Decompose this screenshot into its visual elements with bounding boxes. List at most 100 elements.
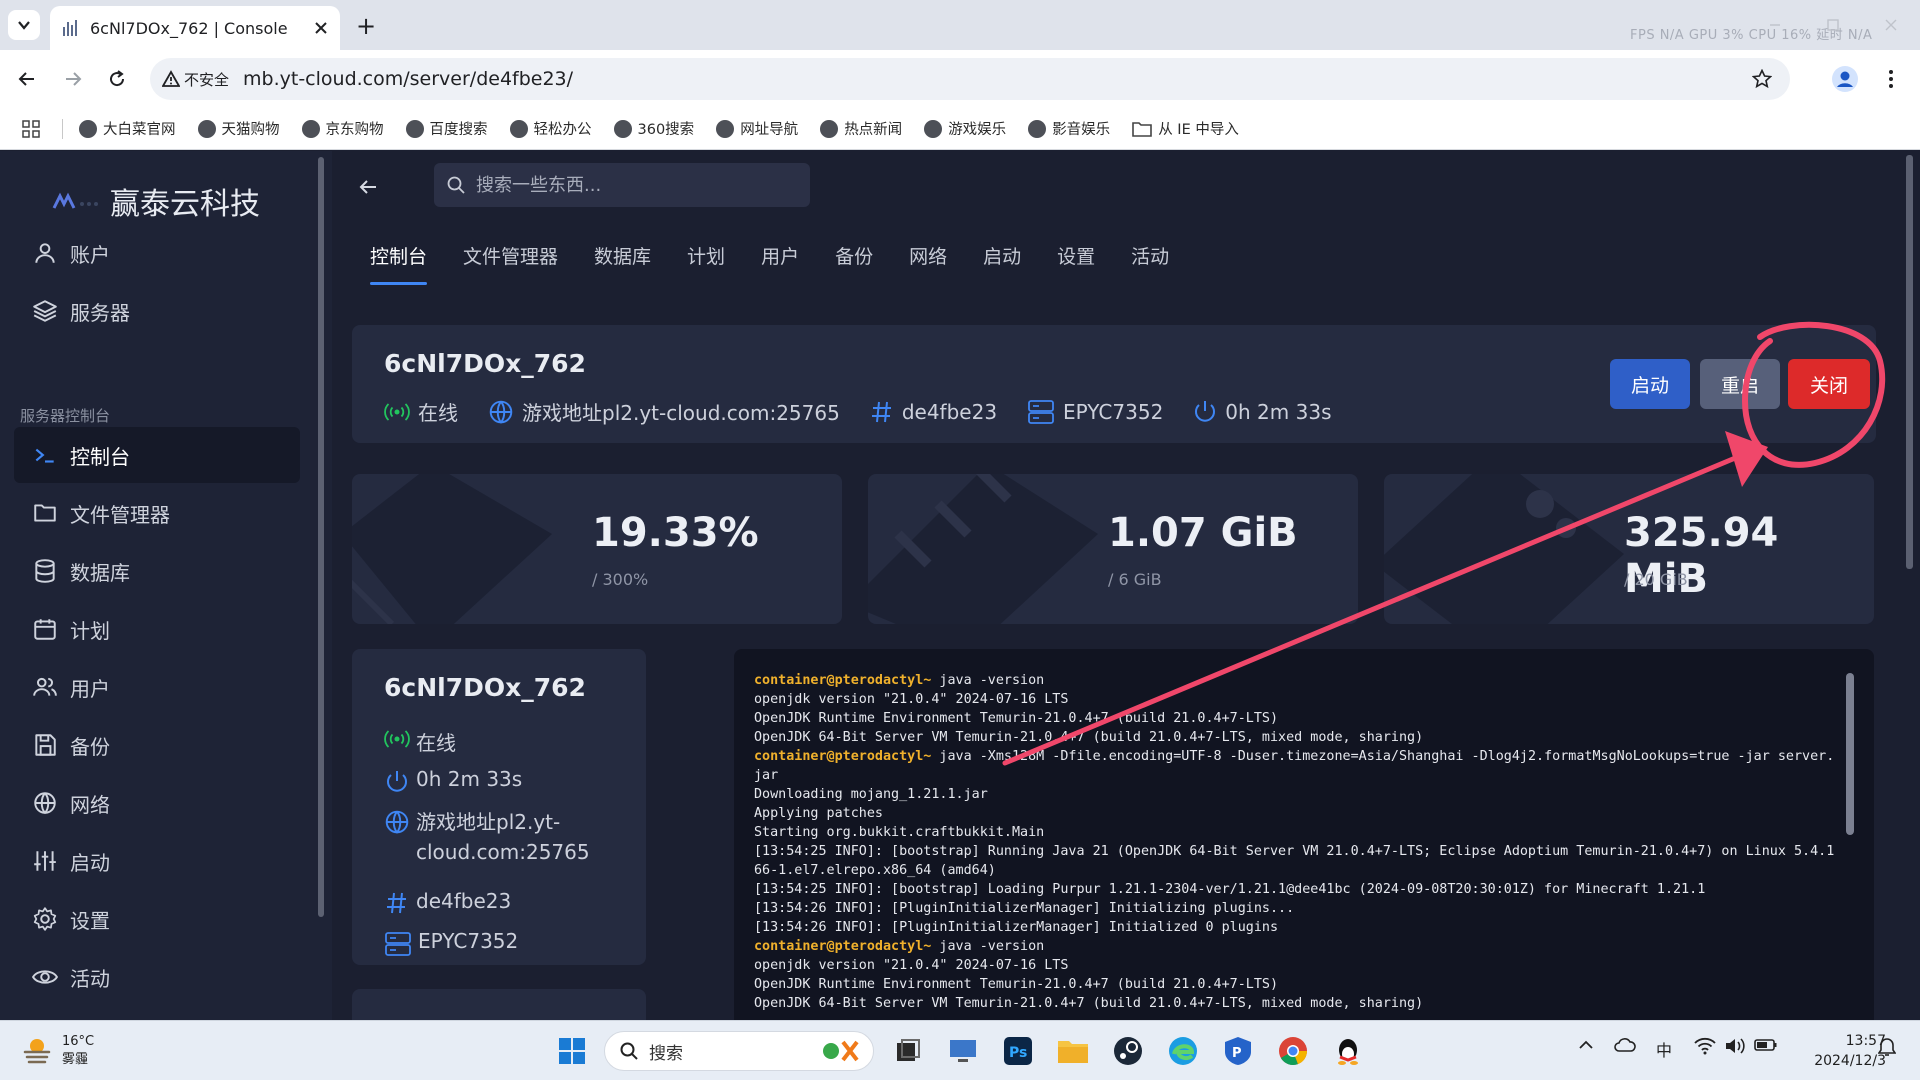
tab-startup[interactable]: 启动 — [965, 233, 1039, 277]
tab-search-button[interactable] — [8, 10, 40, 40]
back-button[interactable] — [352, 171, 384, 203]
console-line: openjdk version "21.0.4" 2024-07-16 LTS — [754, 690, 1836, 709]
tray-onedrive[interactable] — [1614, 1037, 1636, 1053]
sidebar-item-backups[interactable]: 备份 — [14, 717, 300, 773]
bookmark-item[interactable]: 轻松办公 — [509, 118, 592, 139]
taskbar-app-qq[interactable] — [1330, 1033, 1366, 1069]
bookmark-item[interactable]: 天猫购物 — [197, 118, 280, 139]
tab-console[interactable]: 控制台 — [352, 233, 445, 285]
taskbar-app-edge[interactable] — [1165, 1033, 1201, 1069]
system-clock[interactable]: 13:57 2024/12/3 — [1796, 1031, 1886, 1071]
sidebar-item-startup[interactable]: 启动 — [14, 833, 300, 889]
browser-tab-active[interactable]: 6cNl7DOx_762 | Console — [50, 6, 340, 50]
bookmark-folder[interactable]: 从 IE 中导入 — [1132, 118, 1239, 139]
security-indicator[interactable]: 不安全 — [162, 69, 243, 90]
bookmark-item[interactable]: 游戏娱乐 — [924, 118, 1006, 139]
console-text: java -version — [931, 673, 1045, 688]
forward-button[interactable] — [58, 64, 88, 94]
bookmark-item[interactable]: 360搜索 — [613, 118, 694, 139]
tray-wifi[interactable] — [1694, 1037, 1716, 1055]
sidebar-item-activity[interactable]: 活动 — [14, 949, 300, 1005]
sidebar-item-console[interactable]: 控制台 — [14, 427, 300, 483]
stop-button[interactable]: 关闭 — [1788, 359, 1870, 409]
new-tab-button[interactable]: + — [352, 12, 380, 40]
taskbar-app-chrome[interactable] — [1275, 1033, 1311, 1069]
back-button[interactable] — [12, 64, 42, 94]
tab-activity[interactable]: 活动 — [1113, 233, 1187, 277]
sidebar-item-settings[interactable]: 设置 — [14, 891, 300, 947]
restart-button[interactable]: 重启 — [1700, 359, 1780, 409]
globe-icon — [613, 119, 632, 138]
sidebar-item-label: 数据库 — [70, 560, 130, 585]
windows-logo-icon — [559, 1038, 585, 1064]
globe-icon — [405, 119, 424, 138]
search-input[interactable] — [476, 174, 796, 196]
tray-battery[interactable] — [1754, 1037, 1778, 1053]
tab-file-manager[interactable]: 文件管理器 — [445, 233, 576, 277]
address-bar[interactable]: 不安全 mb.yt-cloud.com/server/de4fbe23/ — [150, 58, 1790, 100]
reload-button[interactable] — [102, 64, 132, 94]
bookmark-item[interactable]: 京东购物 — [301, 118, 384, 139]
tab-users[interactable]: 用户 — [743, 233, 817, 277]
tab-settings[interactable]: 设置 — [1039, 233, 1113, 277]
tray-ime[interactable]: 中 — [1656, 1037, 1672, 1061]
globe-icon — [79, 119, 97, 138]
taskbar-app-photoshop[interactable]: Ps — [1000, 1033, 1036, 1069]
tab-backups[interactable]: 备份 — [817, 233, 891, 277]
sidebar-item-label: 网络 — [70, 792, 110, 817]
apps-button[interactable] — [0, 119, 62, 138]
bookmark-item[interactable]: 热点新闻 — [820, 118, 902, 139]
console-text: [13:54:26 INFO]: [PluginInitializerManag… — [754, 901, 1295, 916]
taskbar-app-steam[interactable] — [1110, 1033, 1146, 1069]
taskbar-search[interactable]: 搜索 — [604, 1031, 874, 1071]
bookmark-item[interactable]: 影音娱乐 — [1028, 118, 1110, 139]
console-scrollbar[interactable] — [1846, 673, 1854, 835]
server-icon — [385, 932, 411, 956]
apps-grid-icon — [22, 119, 40, 138]
taskbar-app-shield[interactable]: P — [1220, 1033, 1256, 1069]
tray-notifications[interactable] — [1878, 1037, 1896, 1057]
server-info-name: 6cNl7DOx_762 — [384, 673, 586, 702]
eye-icon — [32, 970, 58, 984]
start-button[interactable] — [554, 1033, 590, 1069]
main-scrollbar[interactable] — [1906, 155, 1913, 569]
console-line: OpenJDK 64-Bit Server VM Temurin-21.0.4+… — [754, 728, 1836, 747]
sidebar-item-network[interactable]: 网络 — [14, 775, 300, 831]
tray-overflow-button[interactable] — [1578, 1037, 1594, 1053]
sidebar-item-file-manager[interactable]: 文件管理器 — [14, 485, 300, 541]
brand[interactable]: 赢泰云科技 — [52, 179, 260, 223]
taskbar-app-explorer[interactable] — [1055, 1033, 1091, 1069]
disk-usage-limit: / 20 GiB — [1624, 570, 1688, 589]
browser-tab-strip: 6cNl7DOx_762 | Console + FPS N/A GPU 3% … — [0, 0, 1920, 50]
taskbar-task-view[interactable] — [890, 1033, 926, 1069]
tab-database[interactable]: 数据库 — [576, 233, 669, 277]
console-output[interactable]: container@pterodactyl~ java -version open… — [734, 649, 1874, 1020]
sidebar-item-database[interactable]: 数据库 — [14, 543, 300, 599]
star-icon[interactable] — [1752, 69, 1772, 89]
bookmark-item[interactable]: 网址导航 — [716, 118, 798, 139]
minimize-button[interactable] — [1764, 14, 1786, 36]
sidebar-scrollbar[interactable] — [318, 157, 324, 917]
tab-network[interactable]: 网络 — [891, 233, 965, 277]
sidebar-item-servers[interactable]: 服务器 — [14, 283, 300, 339]
console-line: Starting org.bukkit.craftbukkit.Main — [754, 823, 1836, 842]
info-uptime: 0h 2m 33s — [384, 767, 522, 795]
profile-button[interactable] — [1830, 64, 1860, 94]
tray-volume[interactable] — [1724, 1037, 1746, 1055]
tab-schedule[interactable]: 计划 — [669, 233, 743, 277]
maximize-button[interactable] — [1822, 14, 1844, 36]
browser-menu-button[interactable] — [1876, 64, 1906, 94]
start-button[interactable]: 启动 — [1610, 359, 1690, 409]
sidebar-item-account[interactable]: 账户 — [14, 225, 300, 281]
weather-widget[interactable]: 16°C 雾霾 — [22, 1033, 94, 1069]
sidebar-item-schedule[interactable]: 计划 — [14, 601, 300, 657]
database-icon — [35, 559, 55, 583]
sidebar-item-users[interactable]: 用户 — [14, 659, 300, 715]
taskbar-app-computer[interactable] — [945, 1033, 981, 1069]
bookmark-item[interactable]: 百度搜索 — [405, 118, 488, 139]
search-box[interactable] — [434, 163, 810, 207]
window-close-button[interactable] — [1880, 14, 1902, 36]
close-icon[interactable] — [314, 21, 328, 35]
bookmark-item[interactable]: 大白菜官网 — [79, 118, 176, 139]
url-text[interactable]: mb.yt-cloud.com/server/de4fbe23/ — [243, 68, 573, 90]
